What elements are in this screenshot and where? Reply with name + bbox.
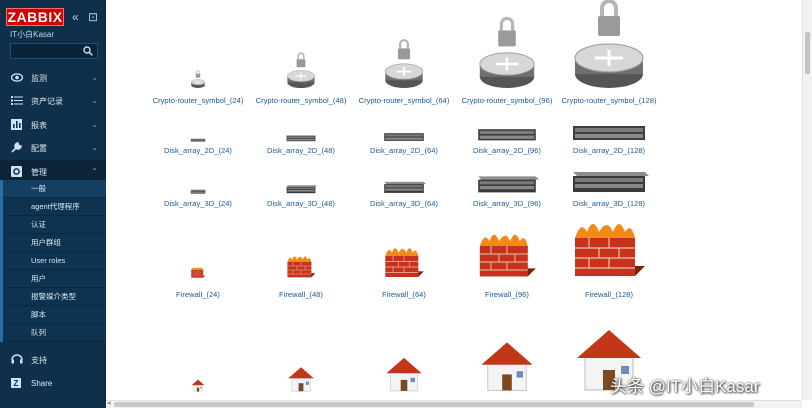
collapse-sidebar-icon[interactable]: « <box>72 8 79 26</box>
menu-item-support[interactable]: 支持 <box>0 348 106 372</box>
vertical-scrollbar[interactable] <box>802 0 812 400</box>
firewall-icon <box>191 267 206 278</box>
submenu-item-proxies[interactable]: agent代理程序 <box>3 198 106 216</box>
share-icon: Z <box>11 378 21 388</box>
chevron-down-icon: ⌄ <box>91 143 98 153</box>
sidebar: ZABBIX « ⊡ IT小白Kasar 监测 ⌄ 资产记录 ⌄ 报表 ⌄ 配置… <box>0 0 106 408</box>
eye-icon <box>11 73 23 82</box>
watermark: 头条 @IT小白Kasar <box>610 377 760 396</box>
search-icon[interactable] <box>83 46 93 56</box>
menu-label: 资产记录 <box>31 97 63 107</box>
gear-icon <box>11 165 22 177</box>
list-icon <box>11 96 23 106</box>
bar-chart-icon <box>11 118 22 130</box>
menu-item-reports[interactable]: 报表 ⌄ <box>0 113 106 136</box>
scrollbar-thumb[interactable] <box>805 32 810 74</box>
administration-submenu: 一般 agent代理程序 认证 用户群组 User roles 用户 报警媒介类… <box>0 180 106 342</box>
menu-item-share[interactable]: Z Share <box>0 372 106 396</box>
menu-label: 报表 <box>31 120 47 130</box>
search-input[interactable] <box>10 43 98 59</box>
house-icon <box>191 379 205 392</box>
house-icon <box>481 342 533 391</box>
submenu-item-user-roles[interactable]: User roles <box>3 252 106 270</box>
logo-row: ZABBIX « ⊡ <box>6 8 102 28</box>
user-name[interactable]: IT小白Kasar <box>10 29 54 40</box>
house-icon <box>386 357 422 392</box>
scrollbar-thumb[interactable] <box>114 402 754 407</box>
chevron-down-icon: ⌄ <box>91 73 98 82</box>
scroll-left-icon[interactable]: ◂ <box>107 399 111 407</box>
submenu-item-general[interactable]: 一般 <box>3 180 106 198</box>
menu-label: 支持 <box>31 356 47 365</box>
sidebar-bottom: 支持 Z Share <box>0 348 106 396</box>
house-icon <box>288 367 314 392</box>
chevron-up-icon: ⌃ <box>91 166 98 176</box>
submenu-item-users[interactable]: 用户 <box>3 270 106 288</box>
menu-label: 监测 <box>31 74 47 83</box>
kiosk-mode-icon[interactable]: ⊡ <box>88 8 98 26</box>
zabbix-logo[interactable]: ZABBIX <box>6 8 64 26</box>
submenu-item-media-types[interactable]: 报警媒介类型 <box>3 288 106 306</box>
support-icon <box>11 354 23 364</box>
submenu-item-queue[interactable]: 队列 <box>3 324 106 342</box>
chevron-down-icon: ⌄ <box>91 96 98 106</box>
menu-item-inventory[interactable]: 资产记录 ⌄ <box>0 89 106 112</box>
main-menu: 监测 ⌄ 资产记录 ⌄ 报表 ⌄ 配置 ⌄ 管理 ⌃ <box>0 66 106 183</box>
submenu-item-user-groups[interactable]: 用户群组 <box>3 234 106 252</box>
menu-label: Share <box>31 379 53 388</box>
firewall-icon <box>479 234 536 277</box>
menu-item-monitoring[interactable]: 监测 ⌄ <box>0 66 106 89</box>
firewall-icon <box>575 224 645 276</box>
firewall-icon <box>385 248 424 277</box>
horizontal-scrollbar[interactable]: ◂ <box>106 400 802 408</box>
menu-label: 配置 <box>31 144 47 154</box>
wrench-icon <box>11 142 22 153</box>
icon-mapping-content: Crypto-router_symbol_(24) Crypto-router_s… <box>106 0 812 408</box>
svg-text:Z: Z <box>14 379 19 388</box>
submenu-item-authentication[interactable]: 认证 <box>3 216 106 234</box>
menu-item-configuration[interactable]: 配置 ⌄ <box>0 136 106 159</box>
submenu-item-scripts[interactable]: 脚本 <box>3 306 106 324</box>
menu-label: 管理 <box>31 167 47 177</box>
firewall-icon <box>287 256 316 278</box>
chevron-down-icon: ⌄ <box>91 119 98 129</box>
